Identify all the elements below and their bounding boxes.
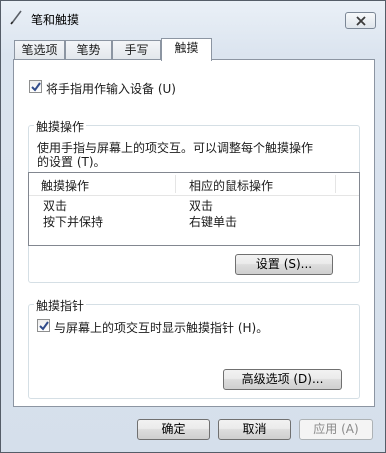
tab-handwriting[interactable]: 手写 [112,40,161,59]
close-button[interactable] [345,12,376,29]
touch-input-checkbox[interactable] [29,80,42,93]
apply-button[interactable]: 应用 (A) [299,419,373,440]
touch-actions-description-2: 的设置 (T)。 [37,155,106,169]
list-header: 触摸操作 相应的鼠标操作 [29,173,359,196]
advanced-options-button[interactable]: 高级选项 (D)... [223,369,342,390]
touch-input-label[interactable]: 将手指用作输入设备 (U) [46,80,176,97]
column-divider[interactable] [175,175,176,193]
column-header-touch-action[interactable]: 触摸操作 [41,177,89,194]
tab-label: 笔选项 [21,43,58,57]
tab-label: 触摸 [174,41,199,55]
touch-pointer-label[interactable]: 与屏幕上的项交互时显示触摸指针 (H)。 [54,319,268,336]
touch-actions-list[interactable]: 触摸操作 相应的鼠标操作 双击 双击 按下并保持 右键单击 [28,172,360,246]
tab-pen-options[interactable]: 笔选项 [14,40,65,59]
pen-icon [9,9,25,25]
column-header-mouse-action[interactable]: 相应的鼠标操作 [189,177,273,194]
tab-touch[interactable]: 触摸 [161,38,212,61]
tab-label: 手写 [124,43,149,57]
row-action: 按下并保持 [43,215,104,229]
pen-touch-dialog: 笔和触摸 笔选项 笔势 手写 触摸 将手指用作输入设备 (U) 触摸操作 使用手… [0,0,386,453]
touch-pointer-checkbox[interactable] [37,319,50,332]
checkmark-icon [39,321,49,331]
cancel-button[interactable]: 取消 [218,419,291,440]
tab-flicks[interactable]: 笔势 [65,40,112,59]
settings-button[interactable]: 设置 (S)... [235,254,333,275]
ok-button[interactable]: 确定 [137,419,210,440]
list-item[interactable]: 双击 双击 [29,196,359,213]
touch-actions-title: 触摸操作 [34,118,87,135]
row-mouse-action: 右键单击 [189,215,238,229]
title-bar[interactable]: 笔和触摸 [1,1,385,31]
window-title: 笔和触摸 [31,13,80,27]
close-icon [356,16,366,26]
tab-label: 笔势 [76,43,101,57]
list-item[interactable]: 按下并保持 右键单击 [29,212,359,229]
checkmark-icon [31,82,41,92]
touch-pointer-title: 触摸指针 [34,297,87,314]
column-divider[interactable] [335,175,336,193]
